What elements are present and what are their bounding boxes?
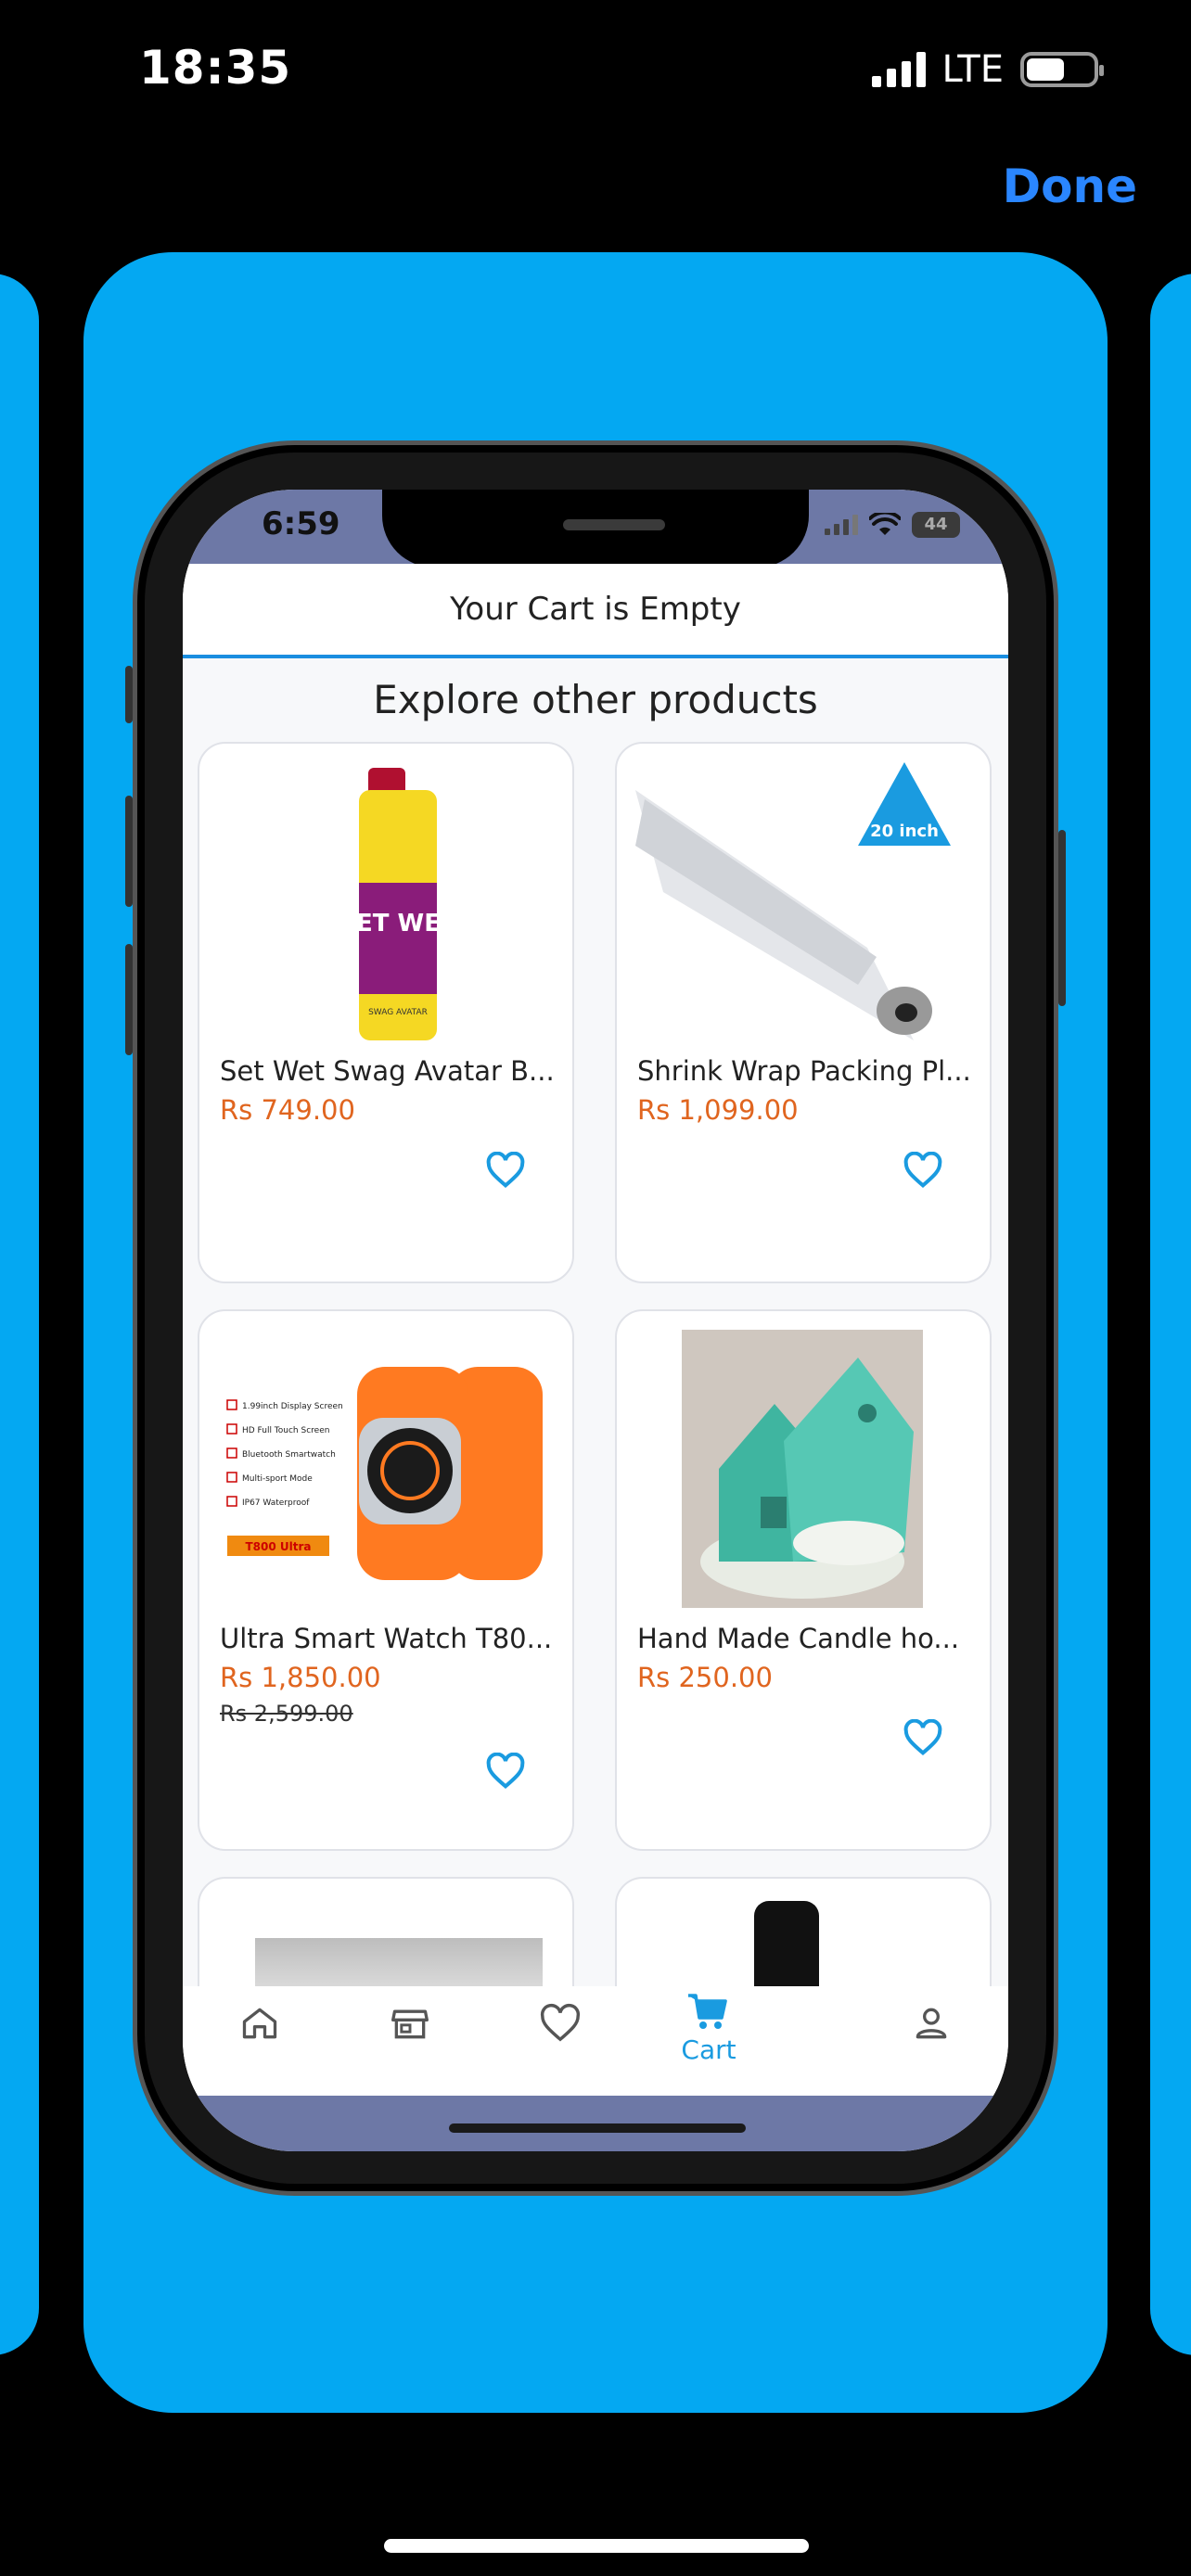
phone-notch <box>382 490 809 567</box>
phone-home-area <box>183 2096 1008 2151</box>
tab-cart[interactable]: Cart <box>667 1992 750 2075</box>
product-name: Hand Made Candle ho... <box>637 1623 960 1654</box>
tab-home[interactable] <box>218 2003 301 2086</box>
tab-store[interactable] <box>368 2003 452 2086</box>
wishlist-heart-icon[interactable] <box>903 1719 943 1756</box>
heart-icon <box>540 2003 581 2042</box>
watch-feature-text: HD Full Touch Screen <box>242 1426 329 1435</box>
watch-feature-text: 1.99inch Display Screen <box>242 1402 343 1411</box>
home-indicator[interactable] <box>384 2539 809 2553</box>
product-card[interactable] <box>615 1877 992 1986</box>
product-image: 20 inch <box>635 762 971 1040</box>
product-price: Rs 749.00 <box>220 1094 355 1126</box>
product-image <box>255 1938 543 1986</box>
status-indicators: LTE <box>871 48 1104 91</box>
wishlist-heart-icon[interactable] <box>485 1152 526 1189</box>
product-image <box>754 1901 819 1986</box>
product-name: Shrink Wrap Packing Pl... <box>637 1055 971 1087</box>
product-badge-text: T800 Ultra <box>245 1540 311 1553</box>
phone-battery-icon: 44 <box>912 512 960 538</box>
phone-side-button <box>125 666 133 723</box>
tab-profile[interactable] <box>890 2003 973 2086</box>
watch-feature-text: Bluetooth Smartwatch <box>242 1450 336 1460</box>
product-name: Set Wet Swag Avatar B... <box>220 1055 554 1087</box>
explore-title: Explore other products <box>373 677 818 722</box>
product-badge-text: 20 inch <box>870 822 939 841</box>
set-wet-brand-text: SET WET <box>339 910 457 937</box>
phone-screen: 6:59 44 Your Cart is Empty Explore other… <box>183 490 1008 2151</box>
cart-empty-title: Your Cart is Empty <box>450 591 741 628</box>
explore-section: Explore other products SET WET SWAG AVAT… <box>183 658 1008 1986</box>
product-image <box>635 1330 971 1608</box>
home-icon <box>242 2008 277 2039</box>
phone-side-button <box>1058 830 1066 1006</box>
battery-icon <box>1020 52 1104 87</box>
phone-signal-icon <box>825 515 858 535</box>
cart-icon <box>688 1994 727 2029</box>
product-card[interactable]: SET WET SWAG AVATAR Set Wet Swag Avatar … <box>198 742 574 1283</box>
product-old-price: Rs 2,599.00 <box>220 1701 353 1727</box>
product-image: SET WET SWAG AVATAR <box>218 762 554 1040</box>
phone-home-indicator <box>449 2123 746 2133</box>
network-label: LTE <box>941 48 1004 91</box>
status-time: 18:35 <box>139 41 292 95</box>
phone-status-indicators: 44 <box>825 512 960 538</box>
product-card[interactable]: Hand Made Candle ho... Rs 250.00 <box>615 1309 992 1851</box>
phone-side-button <box>125 796 133 907</box>
product-price: Rs 1,850.00 <box>220 1662 381 1693</box>
phone-status-time: 6:59 <box>262 505 340 542</box>
phone-side-button <box>125 944 133 1055</box>
product-card[interactable]: 1.99inch Display Screen HD Full Touch Sc… <box>198 1309 574 1851</box>
product-name: Ultra Smart Watch T80... <box>220 1623 553 1654</box>
product-price: Rs 1,099.00 <box>637 1094 799 1126</box>
watch-feature-text: Multi-sport Mode <box>242 1474 313 1484</box>
wishlist-heart-icon[interactable] <box>903 1152 943 1189</box>
user-icon <box>916 2008 947 2039</box>
product-card[interactable] <box>198 1877 574 1986</box>
product-card[interactable]: 20 inch Shrink Wrap Packing Pl... Rs 1,0… <box>615 742 992 1283</box>
cart-header: Your Cart is Empty <box>183 564 1008 658</box>
done-button[interactable]: Done <box>1003 159 1137 213</box>
wishlist-heart-icon[interactable] <box>485 1753 526 1790</box>
tab-cart-label: Cart <box>681 2034 736 2065</box>
product-image: 1.99inch Display Screen HD Full Touch Sc… <box>218 1330 554 1608</box>
phone-status-bar: 6:59 44 <box>183 490 1008 567</box>
previous-screenshot-card[interactable] <box>0 274 39 2355</box>
watch-feature-text: IP67 Waterproof <box>242 1498 310 1508</box>
tab-wishlist[interactable] <box>519 2003 602 2086</box>
next-screenshot-card[interactable] <box>1150 274 1191 2355</box>
signal-icon <box>871 52 926 87</box>
product-price: Rs 250.00 <box>637 1662 773 1693</box>
bottom-tab-bar: Cart <box>183 1986 1008 2096</box>
wifi-icon <box>869 513 901 535</box>
set-wet-subtitle-text: SWAG AVATAR <box>368 1008 428 1017</box>
store-icon <box>391 2009 429 2039</box>
